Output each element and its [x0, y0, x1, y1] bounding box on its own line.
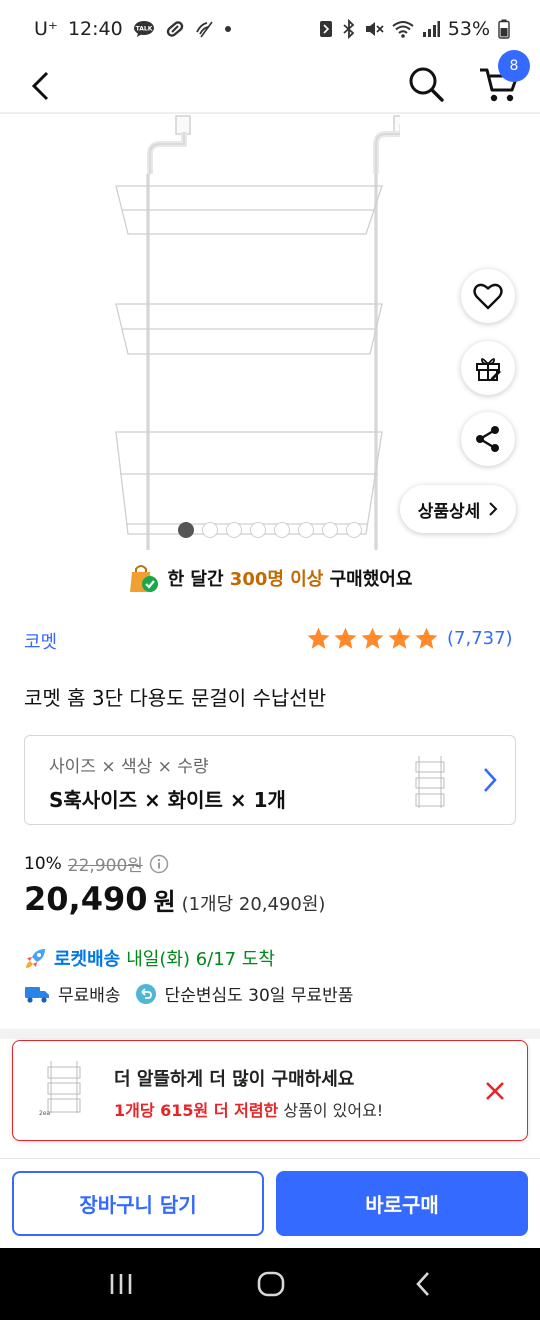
svg-text:TALK: TALK: [135, 26, 152, 33]
home-icon[interactable]: [256, 1270, 286, 1298]
page-dot[interactable]: [346, 522, 362, 538]
sale-price: 20,490: [24, 880, 148, 918]
wishlist-button[interactable]: [461, 269, 515, 323]
free-shipping-label: 무료배송: [58, 986, 121, 1006]
upsell-title: 더 알뜰하게 더 많이 구매하세요: [114, 1069, 355, 1090]
option-value: S훅사이즈 × 화이트 × 1개: [49, 788, 286, 812]
page-dot[interactable]: [226, 522, 242, 538]
section-divider: [0, 1029, 540, 1039]
brand-link[interactable]: 코멧: [24, 628, 57, 654]
upsell-highlight: 1개당 615원 더 저렴한: [114, 1101, 279, 1120]
review-count[interactable]: (7,737): [447, 628, 513, 649]
clock: 12:40: [67, 18, 123, 40]
share-button[interactable]: [461, 412, 515, 466]
gift-icon: [476, 358, 501, 381]
option-thumbnail: [415, 756, 445, 808]
star-icon: [361, 627, 384, 649]
bottom-bar-divider: [0, 1158, 540, 1159]
page-dot[interactable]: [178, 522, 194, 538]
banner-text-post: 구매했어요: [323, 569, 413, 590]
cell-signal-icon: [422, 20, 440, 38]
product-detail-label: 상품상세: [417, 501, 481, 522]
add-to-cart-button[interactable]: 장바구니 담기: [12, 1171, 264, 1236]
option-label: 사이즈 × 색상 × 수량: [49, 757, 209, 777]
delivery-row: 로켓배송 내일(화) 6/17 도착: [24, 945, 275, 971]
shopping-bag-icon: [129, 565, 158, 592]
buy-now-button[interactable]: 바로구매: [276, 1171, 528, 1236]
purchase-count-banner: 한 달간 300명 이상 구매했어요: [0, 558, 540, 598]
return-icon: [135, 983, 156, 1004]
upsell-rest: 상품이 있어요!: [278, 1101, 384, 1120]
product-image[interactable]: [100, 114, 400, 550]
arrival-date: 내일(화) 6/17 도착: [126, 949, 275, 970]
share-icon: [476, 426, 499, 452]
rocket-delivery-label: 로켓배송: [54, 949, 121, 970]
pill-icon: [165, 19, 185, 39]
mute-icon: [364, 20, 384, 38]
upsell-subtitle: 1개당 615원 더 저렴한 상품이 있어요!: [114, 1097, 383, 1121]
bluetooth-icon: [342, 19, 356, 39]
info-icon[interactable]: [149, 854, 169, 874]
page-dot[interactable]: [202, 522, 218, 538]
wifi-icon: [392, 20, 414, 38]
page-dot[interactable]: [322, 522, 338, 538]
page-dot[interactable]: [298, 522, 314, 538]
search-button[interactable]: [404, 62, 448, 106]
return-policy-label: 단순변심도 30일 무료반품: [164, 986, 354, 1006]
signal-slash-icon: [195, 20, 215, 38]
system-back-icon[interactable]: [408, 1270, 438, 1298]
star-icon: [334, 627, 357, 649]
star-icon: [388, 627, 411, 649]
nfc-icon: [318, 20, 334, 38]
top-navigation: [0, 58, 540, 114]
image-pagination: [178, 522, 362, 538]
battery-percent: 53%: [447, 18, 490, 40]
rating[interactable]: (7,737): [306, 626, 513, 651]
banner-text-pre: 한 달간: [167, 569, 230, 590]
cart-count-badge: 8: [498, 50, 530, 82]
shipping-row: 무료배송 단순변심도 30일 무료반품: [24, 981, 353, 1006]
close-icon[interactable]: [483, 1079, 507, 1103]
heart-icon: [473, 283, 503, 310]
wire-baskets: [115, 185, 383, 535]
carrier-label: U⁺: [34, 18, 58, 40]
upsell-thumbnail: 2ea: [39, 1061, 81, 1117]
battery-icon: [498, 19, 510, 39]
chevron-right-icon: [489, 502, 498, 516]
product-detail-button[interactable]: 상품상세: [400, 485, 516, 533]
star-icon: [415, 627, 438, 649]
bulk-upsell-banner[interactable]: 2ea 더 알뜰하게 더 많이 구매하세요 1개당 615원 더 저렴한 상품이…: [12, 1040, 528, 1141]
star-icon: [307, 627, 330, 649]
back-arrow-icon: [31, 71, 49, 101]
system-navigation-bar: [0, 1248, 540, 1320]
thumb-quantity-label: 2ea: [39, 1110, 51, 1117]
price-discount-row: 10% 22,900원: [24, 851, 169, 876]
truck-icon: [25, 986, 49, 1003]
product-title: 코멧 홈 3단 다용도 문걸이 수납선반: [24, 686, 327, 710]
rocket-icon: [26, 949, 45, 968]
search-icon: [409, 67, 444, 102]
dot-icon: [224, 26, 231, 32]
page-dot[interactable]: [274, 522, 290, 538]
recent-apps-icon[interactable]: [106, 1270, 136, 1298]
currency-unit: 원: [153, 888, 176, 916]
back-button[interactable]: [20, 64, 60, 108]
status-bar: U⁺ 12:40 TALK 53%: [0, 0, 540, 58]
original-price: 22,900원: [67, 856, 143, 876]
chevron-right-icon: [484, 768, 497, 792]
unit-price: (1개당 20,490원): [181, 894, 326, 915]
sale-price-row: 20,490 원 (1개당 20,490원): [24, 880, 325, 918]
discount-rate: 10%: [24, 853, 62, 874]
banner-text-highlight: 300명 이상: [229, 569, 324, 590]
gift-button[interactable]: [461, 341, 515, 395]
talk-icon: TALK: [133, 20, 155, 38]
option-selector[interactable]: 사이즈 × 색상 × 수량 S훅사이즈 × 화이트 × 1개: [24, 735, 516, 825]
page-dot[interactable]: [250, 522, 266, 538]
